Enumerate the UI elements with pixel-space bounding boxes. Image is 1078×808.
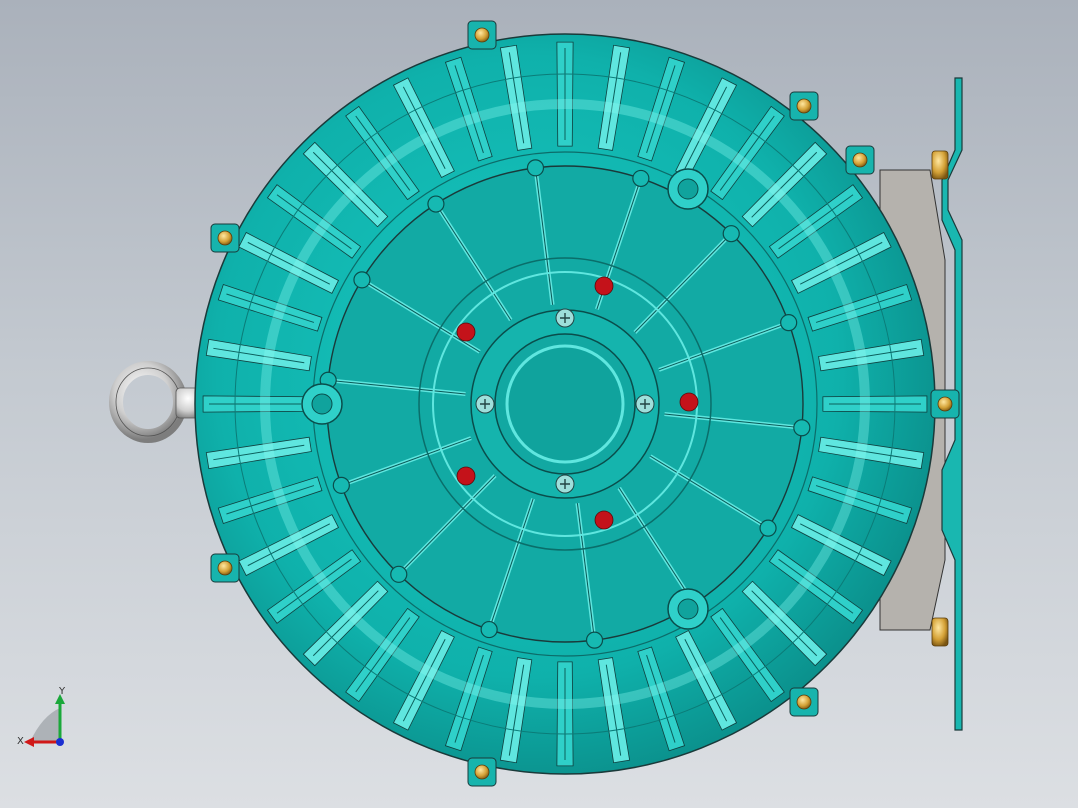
graphics-viewport[interactable]: X Y [0,0,1078,808]
view-orientation-triad: X Y [17,686,66,747]
foot-bolt [931,150,949,180]
spoke-boss [480,620,498,639]
red-marker [594,510,614,530]
housing-bolt [217,230,233,246]
housing-bolt [474,764,490,780]
spoke-boss [353,271,371,289]
shaft-boss [505,344,625,464]
housing-bolt [796,98,812,114]
spoke-boss [332,476,350,494]
x-axis-label: X [17,736,24,747]
housing-bolt [852,152,868,168]
spoke-boss [793,419,811,437]
y-axis-label: Y [58,686,66,697]
housing-bolt [217,560,233,576]
red-marker [594,276,614,296]
spoke-boss [427,195,445,213]
red-marker [456,466,476,486]
spoke-boss [390,565,408,583]
red-marker [456,322,476,342]
motor-end-view-model[interactable] [0,0,1078,808]
cover-boss-hole [311,393,333,415]
spoke-boss [780,314,798,332]
cover-boss-hole [677,598,699,620]
z-axis [56,738,64,746]
lifting-eye [109,361,207,443]
housing-bolt [474,27,490,43]
motor-housing[interactable] [194,33,936,775]
red-marker [679,392,699,412]
cover-boss-hole [677,178,699,200]
housing-bolt [937,396,953,412]
spoke-boss [759,519,777,537]
foot-bolt [931,617,949,647]
spoke-boss [585,631,604,649]
housing-bolt [796,694,812,710]
spoke-boss [526,159,545,177]
spoke-boss [632,169,650,188]
spoke-boss [722,225,740,243]
